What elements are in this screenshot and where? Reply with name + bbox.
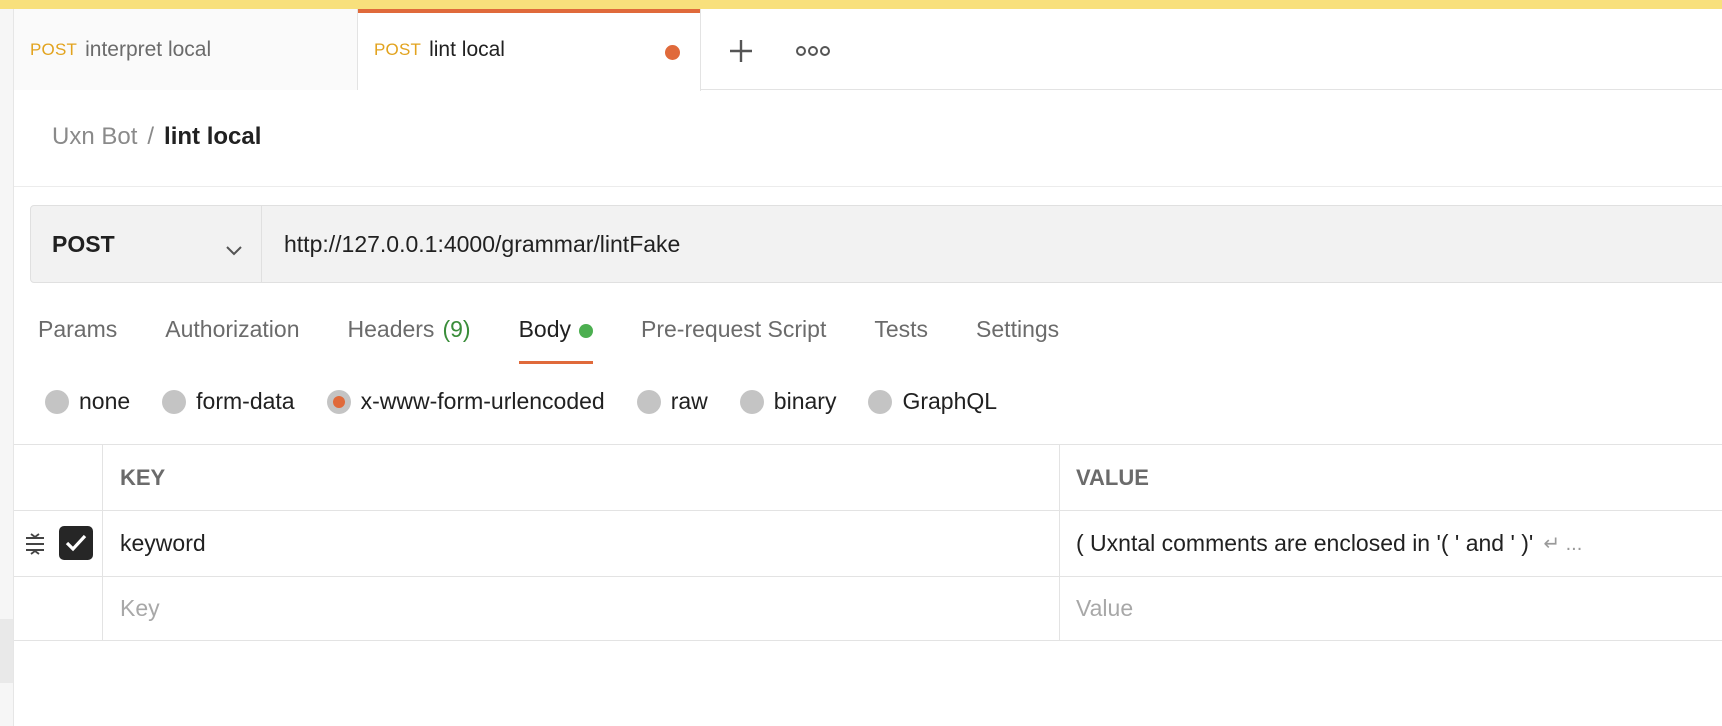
radio-label: none	[79, 388, 131, 414]
left-rail	[0, 9, 14, 726]
radio-label: x-www-form-urlencoded	[360, 388, 605, 414]
radio-circle	[162, 389, 187, 414]
chevron-down-icon	[225, 236, 243, 263]
unsaved-indicator	[665, 45, 680, 60]
request-bar: POST http://127.0.0.1:4000/grammar/lintF…	[30, 205, 1722, 283]
top-banner	[0, 0, 1722, 9]
table-header-row: KEY VALUE	[14, 444, 1722, 510]
tab-title: lint local	[429, 38, 505, 61]
breadcrumb-current[interactable]: lint local	[164, 123, 261, 151]
url-input[interactable]: http://127.0.0.1:4000/grammar/lintFake	[262, 206, 1722, 282]
radio-binary[interactable]: binary	[739, 388, 837, 415]
request-tab-bar: POST interpret local POST lint local	[14, 9, 1722, 91]
body-indicator-dot	[579, 324, 593, 338]
value-column-header: VALUE	[1076, 464, 1149, 490]
value-cell[interactable]: ( Uxntal comments are enclosed in '( ' a…	[1060, 511, 1722, 576]
row-controls	[14, 577, 103, 640]
radio-circle	[326, 389, 351, 414]
tab-label: Authorization	[165, 316, 300, 342]
method-select[interactable]: POST	[31, 206, 262, 282]
request-options-tabs: Params Authorization Headers (9) Body Pre…	[38, 316, 1107, 366]
plus-icon[interactable]	[721, 31, 761, 71]
tab-params[interactable]: Params	[38, 316, 117, 366]
tab-label: Params	[38, 316, 118, 342]
control-column-header	[14, 445, 103, 510]
tab-method-label: POST	[374, 40, 422, 59]
row-enabled-checkbox[interactable]	[59, 526, 93, 560]
more-icon[interactable]	[793, 31, 833, 71]
tab-headers[interactable]: Headers (9)	[348, 316, 471, 366]
tab-label: Pre-request Script	[641, 316, 827, 342]
table-row-new: Key Value	[14, 576, 1722, 641]
table-row: keyword ( Uxntal comments are enclosed i…	[14, 510, 1722, 576]
tab-body[interactable]: Body	[518, 316, 594, 366]
breadcrumb: Uxn Bot / lint local	[52, 123, 261, 151]
tab-label: Tests	[874, 316, 929, 342]
key-column-header: KEY	[103, 445, 1060, 510]
radio-label: form-data	[196, 388, 295, 414]
tab-interpret-local[interactable]: POST interpret local	[14, 9, 358, 90]
rail-notch	[0, 619, 13, 683]
tab-method-label: POST	[30, 39, 78, 59]
radio-none[interactable]: none	[45, 388, 130, 415]
row-controls	[14, 511, 103, 576]
method-value: POST	[52, 230, 115, 257]
value-text: ( Uxntal comments are enclosed in '( ' a…	[1076, 530, 1534, 556]
key-value: keyword	[120, 530, 206, 556]
tab-label: Settings	[976, 316, 1060, 342]
headers-count: (9)	[442, 316, 471, 342]
divider	[14, 186, 1722, 187]
drag-handle-icon[interactable]	[24, 532, 46, 561]
radio-circle	[45, 389, 69, 414]
tab-label: Body	[518, 316, 571, 342]
radio-circle	[868, 389, 893, 414]
checkmark-icon	[65, 534, 87, 552]
key-cell[interactable]: keyword	[103, 511, 1060, 576]
new-key-input[interactable]: Key	[103, 577, 1060, 640]
tab-settings[interactable]: Settings	[976, 316, 1059, 366]
value-overflow-indicator: ↵ ...	[1543, 533, 1583, 555]
tab-tests[interactable]: Tests	[874, 316, 928, 366]
radio-raw[interactable]: raw	[636, 388, 708, 415]
radio-form-data[interactable]: form-data	[162, 388, 295, 415]
radio-graphql[interactable]: GraphQL	[868, 388, 997, 415]
tab-title: interpret local	[85, 37, 212, 61]
radio-x-www-form-urlencoded[interactable]: x-www-form-urlencoded	[326, 388, 605, 415]
radio-label: binary	[773, 388, 837, 414]
new-value-input[interactable]: Value	[1060, 577, 1722, 640]
body-params-table: KEY VALUE keyword ( Uxntal comments are …	[14, 444, 1722, 641]
tab-lint-local[interactable]: POST lint local	[358, 9, 701, 91]
breadcrumb-separator: /	[147, 123, 155, 150]
tab-label: Headers	[347, 316, 435, 342]
radio-circle	[739, 389, 764, 414]
body-type-selector: none form-data x-www-form-urlencoded raw…	[45, 388, 1029, 415]
radio-circle	[636, 389, 661, 414]
breadcrumb-collection[interactable]: Uxn Bot	[52, 123, 137, 151]
tab-authorization[interactable]: Authorization	[165, 316, 299, 366]
radio-label: GraphQL	[902, 388, 998, 414]
tab-pre-request-script[interactable]: Pre-request Script	[641, 316, 826, 366]
radio-label: raw	[670, 388, 708, 414]
